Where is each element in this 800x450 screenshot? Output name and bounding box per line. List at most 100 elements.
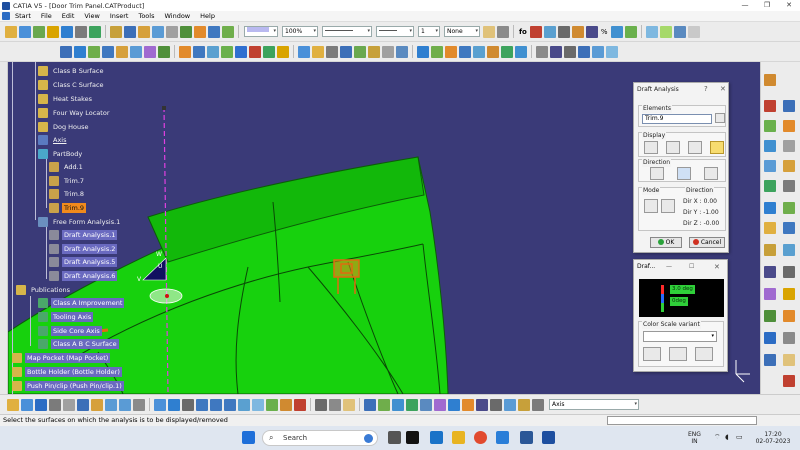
- edit-scale-icon[interactable]: [669, 347, 687, 361]
- tree-item-heat-stakes[interactable]: Heat Stakes: [38, 93, 94, 105]
- zoom-out-icon[interactable]: [224, 398, 236, 411]
- circle-icon[interactable]: [578, 45, 590, 58]
- design-table-icon[interactable]: [557, 25, 570, 38]
- scan-icon[interactable]: [783, 288, 795, 300]
- mirror-icon[interactable]: [783, 140, 795, 152]
- blend-icon[interactable]: [208, 25, 220, 38]
- zoom-combo[interactable]: 100% ▾: [282, 26, 318, 37]
- clock[interactable]: 17:20 02-07-2023: [752, 431, 794, 445]
- tree-item-draft-analysis-2[interactable]: Draft Analysis.2: [49, 243, 118, 255]
- view-front-icon[interactable]: [659, 25, 672, 38]
- draft-dialog-close-button[interactable]: ✕: [720, 83, 726, 96]
- taskbar-search[interactable]: ⌕ Search: [262, 430, 378, 446]
- pocket-icon[interactable]: [487, 45, 499, 58]
- color-combo[interactable]: ▾: [244, 26, 278, 37]
- menu-tools[interactable]: Tools: [133, 11, 159, 22]
- combine-tool-icon[interactable]: [158, 45, 170, 58]
- remove-icon[interactable]: [783, 180, 795, 192]
- rotate-view-icon[interactable]: [196, 398, 208, 411]
- boolean-icon[interactable]: [764, 120, 776, 132]
- new-file-icon[interactable]: [7, 398, 19, 411]
- language-indicator[interactable]: ENG IN: [688, 431, 701, 445]
- hole-icon[interactable]: [783, 120, 795, 132]
- paste-icon[interactable]: [91, 398, 103, 411]
- close-button[interactable]: ✕: [778, 0, 800, 11]
- curve-tool-icon[interactable]: [102, 45, 114, 58]
- slot-icon[interactable]: [515, 45, 527, 58]
- mode-two-side-icon[interactable]: [661, 199, 675, 213]
- snap-icon[interactable]: [364, 398, 376, 411]
- inertia-icon[interactable]: [783, 266, 795, 278]
- tree-item-class-a-improvement[interactable]: Class A Improvement: [38, 297, 125, 309]
- workbench-icon[interactable]: [764, 74, 776, 86]
- zoom-in-icon[interactable]: [210, 398, 222, 411]
- fly-mode-icon[interactable]: [154, 398, 166, 411]
- curvature-icon[interactable]: [764, 222, 776, 234]
- catia-taskbar-icon[interactable]: [542, 431, 555, 444]
- revolve-surface-icon[interactable]: [193, 45, 205, 58]
- thickness-combo[interactable]: ▾: [376, 26, 414, 37]
- scaling-icon[interactable]: [382, 45, 394, 58]
- view-side-icon[interactable]: [687, 25, 700, 38]
- color-scale-variant-select[interactable]: ▾: [643, 331, 717, 342]
- axis-combo[interactable]: Axis ▾: [549, 399, 639, 410]
- normal-view-bottom-icon[interactable]: [238, 398, 250, 411]
- tree-item-tooling-axis[interactable]: Tooling Axis: [38, 311, 94, 323]
- tree-item-class-c-surface[interactable]: Class C Surface: [38, 79, 106, 91]
- join-icon[interactable]: [277, 45, 289, 58]
- fillet-icon[interactable]: [194, 25, 206, 38]
- display-quick-mode-icon[interactable]: [644, 141, 658, 154]
- plane-right-icon[interactable]: [783, 100, 795, 112]
- menu-edit[interactable]: Edit: [57, 11, 80, 22]
- boundary-icon[interactable]: [312, 45, 324, 58]
- pad-icon[interactable]: [473, 45, 485, 58]
- light-icon[interactable]: [47, 25, 59, 38]
- paint-icon[interactable]: [483, 25, 495, 38]
- extract-icon[interactable]: [326, 45, 338, 58]
- view-iso-icon[interactable]: [645, 25, 658, 38]
- edge-icon[interactable]: [496, 431, 509, 444]
- chrome-icon[interactable]: [474, 431, 487, 444]
- tree-item-bottle-holder[interactable]: Bottle Holder (Bottle Holder): [12, 366, 122, 378]
- thickness-icon[interactable]: [459, 45, 471, 58]
- extrapolate-icon[interactable]: [417, 45, 429, 58]
- symmetry-icon[interactable]: [368, 45, 380, 58]
- tree-item-trim-7[interactable]: Trim.7: [49, 175, 86, 187]
- connect-checker-icon[interactable]: [764, 202, 776, 214]
- line-tool-icon[interactable]: [74, 45, 86, 58]
- plane-tool-icon[interactable]: [88, 45, 100, 58]
- rotate-icon[interactable]: [354, 45, 366, 58]
- redo-icon[interactable]: [119, 398, 131, 411]
- shell-icon[interactable]: [445, 45, 457, 58]
- media-player-icon[interactable]: [406, 431, 419, 444]
- linewidth-combo[interactable]: 1 ▾: [418, 26, 440, 37]
- elements-field[interactable]: Trim.9: [642, 114, 712, 124]
- mode-one-side-icon[interactable]: [644, 199, 658, 213]
- geometry-icon[interactable]: [462, 398, 474, 411]
- ok-button[interactable]: OK: [650, 237, 682, 248]
- menu-help[interactable]: Help: [195, 11, 220, 22]
- shading-icon[interactable]: [266, 398, 278, 411]
- trim-icon[interactable]: [222, 25, 234, 38]
- open-file-icon[interactable]: [21, 398, 33, 411]
- tree-item-four-way-locator[interactable]: Four Way Locator: [38, 107, 112, 119]
- fill-surface-icon[interactable]: [221, 45, 233, 58]
- menu-view[interactable]: View: [79, 11, 104, 22]
- direction-arrow-icon[interactable]: [677, 167, 691, 180]
- bulb-icon[interactable]: [343, 398, 355, 411]
- layer-combo[interactable]: None ▾: [444, 26, 480, 37]
- line-segment-icon[interactable]: [536, 45, 548, 58]
- menu-file[interactable]: File: [36, 11, 57, 22]
- start-icon[interactable]: [2, 12, 10, 20]
- law-icon[interactable]: [543, 25, 556, 38]
- tool-icon[interactable]: [33, 25, 45, 38]
- translate-icon[interactable]: [340, 45, 352, 58]
- battery-icon[interactable]: ▭: [736, 434, 743, 441]
- tree-item-free-form-analysis-1[interactable]: Free Form Analysis.1: [38, 216, 122, 228]
- analysis-icon[interactable]: [624, 25, 637, 38]
- line-icon[interactable]: [166, 25, 178, 38]
- annotation-icon[interactable]: [764, 288, 776, 300]
- display-light-icon[interactable]: [710, 141, 724, 154]
- swap-space-icon[interactable]: [294, 398, 306, 411]
- project-tool-icon[interactable]: [144, 45, 156, 58]
